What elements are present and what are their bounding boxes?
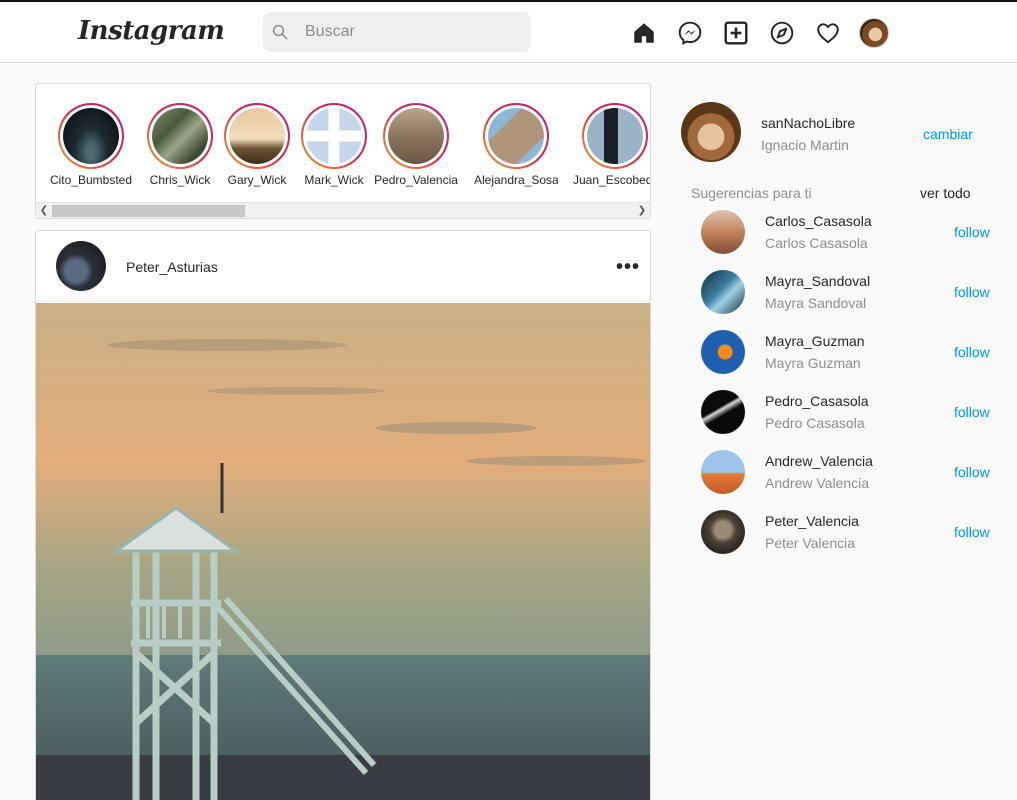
story-avatar bbox=[488, 108, 544, 164]
profile-button[interactable] bbox=[851, 18, 897, 48]
suggestion-fullname: Pedro Casasola bbox=[765, 415, 865, 431]
profile-avatar bbox=[859, 18, 889, 48]
suggestion-avatar[interactable] bbox=[701, 210, 745, 254]
suggestion-fullname: Andrew Valencia bbox=[765, 475, 870, 491]
suggestion-username[interactable]: Pedro_Casasola bbox=[765, 393, 869, 409]
story-item[interactable]: Mark_Wick bbox=[292, 103, 376, 187]
story-avatar bbox=[152, 108, 208, 164]
suggestion-username[interactable]: Peter_Valencia bbox=[765, 513, 859, 529]
suggestion-item: Carlos_Casasola Carlos Casasola follow bbox=[701, 210, 1001, 254]
home-icon bbox=[634, 23, 654, 43]
suggestion-item: Andrew_Valencia Andrew Valencia follow bbox=[701, 450, 1001, 494]
story-username: Chris_Wick bbox=[149, 173, 211, 187]
suggestion-item: Mayra_Guzman Mayra Guzman follow bbox=[701, 330, 1001, 374]
switch-account-link[interactable]: cambiar bbox=[923, 126, 973, 142]
scroll-right-arrow-icon[interactable]: ❯ bbox=[634, 203, 650, 218]
instagram-logo[interactable]: Instagram bbox=[78, 16, 225, 46]
post-author-username[interactable]: Peter_Asturias bbox=[126, 259, 218, 275]
new-post-icon bbox=[724, 21, 748, 45]
stories-scrollbar[interactable]: ❮ ❯ bbox=[36, 202, 650, 218]
story-ring bbox=[301, 103, 367, 169]
messenger-icon bbox=[678, 21, 702, 45]
story-ring bbox=[582, 103, 648, 169]
messenger-button[interactable] bbox=[667, 18, 713, 48]
story-item[interactable]: Chris_Wick bbox=[138, 103, 222, 187]
search-icon bbox=[272, 24, 288, 40]
more-options-icon[interactable]: ••• bbox=[616, 256, 640, 279]
follow-button[interactable]: follow bbox=[954, 464, 990, 480]
suggestion-item: Mayra_Sandoval Mayra Sandoval follow bbox=[701, 270, 1001, 314]
story-item[interactable]: Pedro_Valencia bbox=[374, 103, 458, 187]
current-user-fullname: Ignacio Martin bbox=[761, 137, 849, 153]
story-avatar bbox=[306, 108, 362, 164]
suggestion-item: Pedro_Casasola Pedro Casasola follow bbox=[701, 390, 1001, 434]
follow-button[interactable]: follow bbox=[954, 404, 990, 420]
story-ring bbox=[147, 103, 213, 169]
suggestion-username[interactable]: Carlos_Casasola bbox=[765, 213, 872, 229]
suggestions-title: Sugerencias para ti bbox=[691, 185, 812, 201]
suggestion-username[interactable]: Andrew_Valencia bbox=[765, 453, 873, 469]
search-input[interactable] bbox=[305, 23, 505, 41]
suggestion-username[interactable]: Mayra_Sandoval bbox=[765, 273, 870, 289]
current-user-username[interactable]: sanNachoLibre bbox=[761, 115, 855, 131]
activity-button[interactable] bbox=[805, 18, 851, 48]
suggestion-avatar[interactable] bbox=[701, 390, 745, 434]
story-username: Juan_Escobedo bbox=[573, 173, 651, 187]
follow-button[interactable]: follow bbox=[954, 524, 990, 540]
scroll-thumb[interactable] bbox=[52, 205, 245, 217]
search-box[interactable] bbox=[263, 12, 531, 52]
story-avatar bbox=[229, 108, 285, 164]
story-avatar bbox=[388, 108, 444, 164]
home-button[interactable] bbox=[621, 18, 667, 48]
story-item[interactable]: Juan_Escobedo bbox=[573, 103, 651, 187]
story-username: Cito_Bumbsted bbox=[49, 173, 133, 187]
current-user-avatar[interactable] bbox=[681, 102, 741, 162]
scroll-left-arrow-icon[interactable]: ❮ bbox=[36, 203, 52, 218]
suggestion-avatar[interactable] bbox=[701, 270, 745, 314]
suggestion-fullname: Mayra Sandoval bbox=[765, 295, 867, 311]
stories-tray: Cito_Bumbsted Chris_Wick Gary_Wick Mark_… bbox=[35, 83, 651, 219]
follow-button[interactable]: follow bbox=[954, 224, 990, 240]
suggestion-fullname: Peter Valencia bbox=[765, 535, 856, 551]
suggestion-item: Peter_Valencia Peter Valencia follow bbox=[701, 510, 1001, 554]
suggestion-fullname: Carlos Casasola bbox=[765, 235, 868, 251]
story-ring bbox=[224, 103, 290, 169]
story-username: Alejandra_Sosa bbox=[474, 173, 558, 187]
post-author-avatar[interactable] bbox=[56, 241, 106, 291]
nav-icons bbox=[621, 18, 897, 48]
explore-icon bbox=[770, 21, 794, 45]
story-item[interactable]: Gary_Wick bbox=[215, 103, 299, 187]
story-avatar bbox=[63, 108, 119, 164]
activity-heart-icon bbox=[817, 23, 839, 44]
story-ring bbox=[58, 103, 124, 169]
top-navigation-bar: Instagram bbox=[0, 2, 1017, 63]
new-post-button[interactable] bbox=[713, 18, 759, 48]
story-username: Gary_Wick bbox=[227, 173, 287, 187]
suggestion-avatar[interactable] bbox=[701, 510, 745, 554]
post-image[interactable] bbox=[36, 303, 650, 800]
story-ring bbox=[483, 103, 549, 169]
post-header: Peter_Asturias ••• bbox=[36, 231, 650, 302]
feed-post: Peter_Asturias ••• bbox=[35, 230, 651, 800]
explore-button[interactable] bbox=[759, 18, 805, 48]
story-username: Mark_Wick bbox=[304, 173, 364, 187]
suggestion-username[interactable]: Mayra_Guzman bbox=[765, 333, 865, 349]
story-username: Pedro_Valencia bbox=[374, 173, 458, 187]
follow-button[interactable]: follow bbox=[954, 284, 990, 300]
suggestion-avatar[interactable] bbox=[701, 450, 745, 494]
suggestion-avatar[interactable] bbox=[701, 330, 745, 374]
story-ring bbox=[383, 103, 449, 169]
story-item[interactable]: Alejandra_Sosa bbox=[474, 103, 558, 187]
follow-button[interactable]: follow bbox=[954, 344, 990, 360]
see-all-link[interactable]: ver todo bbox=[920, 185, 971, 201]
suggestion-fullname: Mayra Guzman bbox=[765, 355, 861, 371]
story-avatar bbox=[587, 108, 643, 164]
story-item[interactable]: Cito_Bumbsted bbox=[49, 103, 133, 187]
